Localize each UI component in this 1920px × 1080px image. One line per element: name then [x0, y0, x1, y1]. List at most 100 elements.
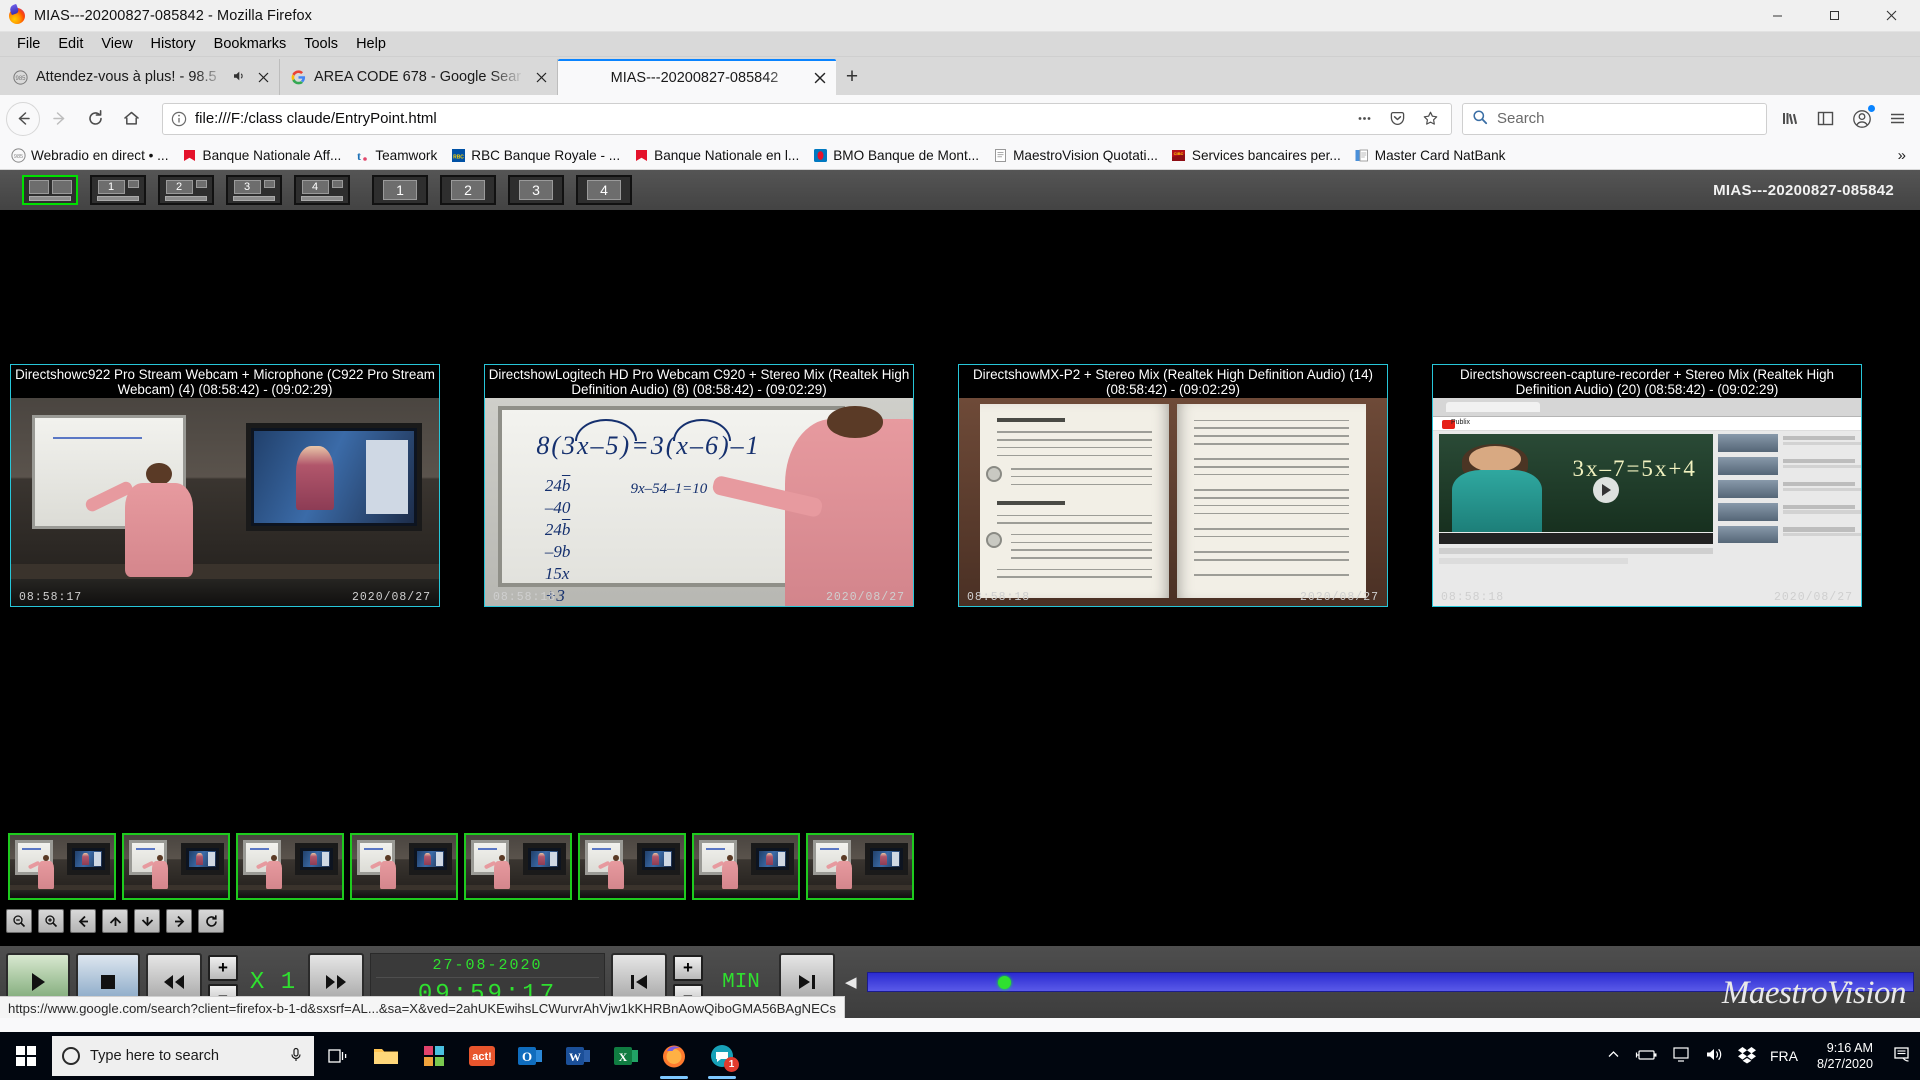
taskbar-app-firefox[interactable] [650, 1032, 698, 1080]
sidebar-icon[interactable] [1809, 102, 1842, 135]
layout-button-4-pip[interactable]: 4 [294, 175, 350, 205]
thumbnail-item[interactable] [236, 833, 344, 900]
menu-edit[interactable]: Edit [49, 34, 92, 54]
new-tab-button[interactable]: + [836, 62, 868, 92]
reload-button[interactable] [78, 102, 112, 136]
thumbnail-item[interactable] [350, 833, 458, 900]
language-indicator[interactable]: FRA [1770, 1048, 1798, 1064]
thumbnail-item[interactable] [8, 833, 116, 900]
layout-button-3-pip[interactable]: 3 [226, 175, 282, 205]
tab-webradio[interactable]: 985 Attendez-vous à plus! - 98.5 [2, 59, 280, 95]
tab-close-button[interactable] [810, 68, 830, 88]
menu-history[interactable]: History [142, 34, 205, 54]
taskbar-app-excel[interactable]: X [602, 1032, 650, 1080]
single-view-button-1[interactable]: 1 [372, 175, 428, 205]
search-bar[interactable] [1462, 102, 1767, 135]
bookmark-star-icon[interactable] [1418, 110, 1443, 127]
forward-button[interactable] [42, 102, 76, 136]
taskbar-clock[interactable]: 9:16 AM 8/27/2020 [1811, 1040, 1879, 1072]
dropbox-icon[interactable] [1737, 1046, 1757, 1067]
video-panel-2[interactable]: DirectshowLogitech HD Pro Webcam C920 + … [484, 364, 914, 607]
zoom-out-icon[interactable] [6, 909, 32, 933]
thumbnail-item[interactable] [692, 833, 800, 900]
thumbnail-item[interactable] [578, 833, 686, 900]
bookmark-teamwork[interactable]: t Teamwork [348, 145, 443, 167]
search-input[interactable] [1497, 110, 1757, 127]
page-actions-icon[interactable] [1352, 110, 1377, 127]
library-icon[interactable] [1773, 102, 1806, 135]
arrow-up-icon[interactable] [102, 909, 128, 933]
notification-icon[interactable] [1892, 1046, 1912, 1067]
video-panel-4[interactable]: Directshowscreen-capture-recorder + Ster… [1432, 364, 1862, 607]
home-button[interactable] [114, 102, 148, 136]
bookmark-label: MaestroVision Quotati... [1013, 148, 1158, 163]
bookmark-webradio[interactable]: 985 Webradio en direct • ... [4, 145, 175, 167]
microphone-icon[interactable] [288, 1047, 304, 1066]
url-text[interactable]: file:///F:/class claude/EntryPoint.html [195, 110, 1344, 127]
bookmark-rbc[interactable]: RBC RBC Banque Royale - ... [444, 145, 626, 167]
menu-file[interactable]: File [8, 34, 49, 54]
tab-close-button[interactable] [531, 67, 551, 87]
taskbar-app-file-explorer[interactable] [362, 1032, 410, 1080]
seek-knob[interactable] [998, 975, 1012, 989]
pocket-icon[interactable] [1385, 110, 1410, 127]
layout-button-1-pip[interactable]: 1 [90, 175, 146, 205]
single-view-button-4[interactable]: 4 [576, 175, 632, 205]
bookmark-bmo[interactable]: BMO Banque de Mont... [806, 145, 985, 167]
bookmark-banque-nationale-aff[interactable]: Banque Nationale Aff... [176, 145, 348, 167]
volume-icon[interactable] [1704, 1046, 1724, 1066]
tab-mias-active[interactable]: MIAS---20200827-085842 [558, 59, 836, 95]
thumbnail-item[interactable] [806, 833, 914, 900]
url-bar[interactable]: file:///F:/class claude/EntryPoint.html [162, 102, 1452, 135]
bookmarks-overflow-chevron-icon[interactable]: » [1888, 147, 1916, 164]
arrow-right-icon[interactable] [166, 909, 192, 933]
single-view-button-2[interactable]: 2 [440, 175, 496, 205]
taskbar-app-act[interactable]: act! [458, 1032, 506, 1080]
page-info-icon[interactable] [171, 111, 187, 127]
layout-button-2-pip[interactable]: 2 [158, 175, 214, 205]
refresh-icon[interactable] [198, 909, 224, 933]
menu-tools[interactable]: Tools [295, 34, 347, 54]
menu-view[interactable]: View [92, 34, 141, 54]
display-icon[interactable] [1671, 1046, 1691, 1066]
seek-left-arrow-icon[interactable]: ◀ [841, 973, 861, 991]
tab-close-button[interactable] [253, 67, 273, 87]
taskbar-app-chat[interactable]: 1 [698, 1032, 746, 1080]
single-view-button-3[interactable]: 3 [508, 175, 564, 205]
bookmark-maestrovision-quotation[interactable]: MaestroVision Quotati... [986, 145, 1164, 167]
app-menu-icon[interactable] [1881, 102, 1914, 135]
zoom-in-icon[interactable] [38, 909, 64, 933]
close-button[interactable] [1863, 0, 1920, 32]
clock-time: 9:16 AM [1826, 1041, 1873, 1055]
speaker-icon[interactable] [232, 69, 246, 86]
start-button[interactable] [0, 1032, 52, 1080]
video-panel-3[interactable]: DirectshowMX-P2 + Stereo Mix (Realtek Hi… [958, 364, 1388, 607]
bookmark-services-bancaires[interactable]: CIBC Services bancaires per... [1165, 145, 1347, 167]
tray-chevron-icon[interactable] [1606, 1047, 1621, 1065]
minimize-button[interactable] [1749, 0, 1806, 32]
bookmark-banque-nationale-en-l[interactable]: Banque Nationale en l... [627, 145, 805, 167]
taskbar-search-box[interactable]: Type here to search [52, 1036, 314, 1076]
layout-button-quad[interactable] [22, 175, 78, 205]
menu-bookmarks[interactable]: Bookmarks [205, 34, 296, 54]
arrow-left-icon[interactable] [70, 909, 96, 933]
account-icon[interactable] [1845, 102, 1878, 135]
tab-google-search[interactable]: AREA CODE 678 - Google Sear [280, 59, 558, 95]
maximize-button[interactable] [1806, 0, 1863, 32]
navigation-toolbar: file:///F:/class claude/EntryPoint.html [0, 95, 1920, 142]
taskbar-app-colorful[interactable] [410, 1032, 458, 1080]
task-view-icon[interactable] [314, 1032, 362, 1080]
bookmark-master-card-natbank[interactable]: Master Card NatBank [1348, 145, 1512, 167]
taskbar-app-word[interactable]: W [554, 1032, 602, 1080]
menu-help[interactable]: Help [347, 34, 395, 54]
step-increase-button[interactable]: + [673, 954, 703, 981]
video-panel-1[interactable]: Directshowc922 Pro Stream Webcam + Micro… [10, 364, 440, 607]
video-panel-4-datestamp: 2020/08/27 [1773, 591, 1853, 604]
battery-icon[interactable] [1634, 1047, 1658, 1066]
speed-increase-button[interactable]: + [208, 954, 238, 981]
back-button[interactable] [6, 101, 40, 136]
taskbar-app-outlook[interactable]: O [506, 1032, 554, 1080]
arrow-down-icon[interactable] [134, 909, 160, 933]
thumbnail-item[interactable] [122, 833, 230, 900]
thumbnail-item[interactable] [464, 833, 572, 900]
